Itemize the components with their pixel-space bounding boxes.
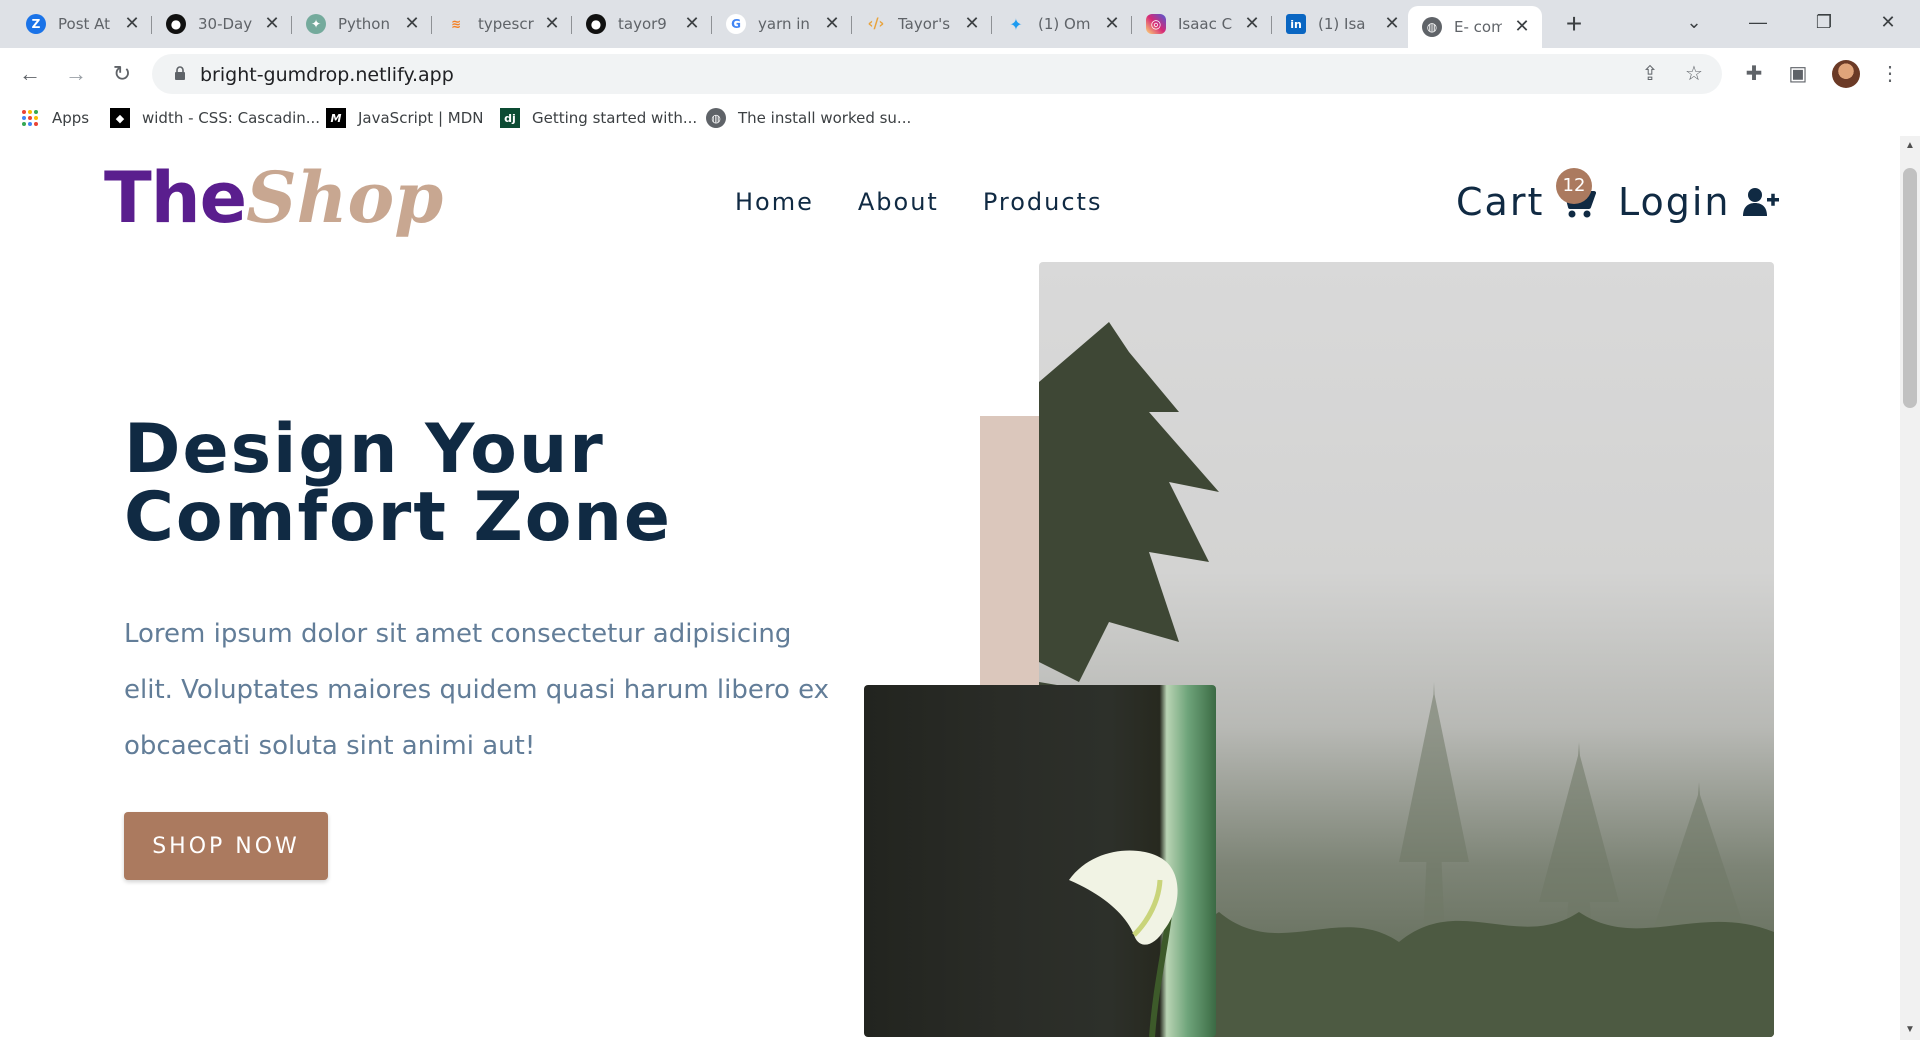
globe-icon: ◍ — [706, 108, 726, 128]
browser-toolbar: ← → ↻ bright-gumdrop.netlify.app ⇪ ☆ ✚ ▣… — [0, 48, 1920, 100]
nav-link-products[interactable]: Products — [983, 188, 1103, 216]
github-icon: ● — [586, 14, 606, 34]
apps-grid-icon — [20, 108, 40, 128]
close-icon[interactable]: ✕ — [122, 14, 142, 34]
bookmark-item[interactable]: dj Getting started with... — [500, 106, 697, 130]
browser-tab[interactable]: in (1) Isa ✕ — [1272, 8, 1412, 40]
back-icon[interactable]: ← — [16, 60, 44, 88]
close-icon[interactable]: ✕ — [402, 14, 422, 34]
bookmark-item[interactable]: M JavaScript | MDN — [326, 106, 484, 130]
browser-tab[interactable]: ‹/› Tayor's ✕ — [852, 8, 992, 40]
cart-count-badge: 12 — [1556, 168, 1592, 204]
site-logo[interactable]: TheShop — [104, 156, 443, 239]
browser-tab[interactable]: Z Post At ✕ — [12, 8, 152, 40]
hero-title: Design Your Comfort Zone — [124, 410, 673, 557]
page-scrollbar[interactable]: ▲ ▼ — [1900, 136, 1920, 1040]
nav-link-home[interactable]: Home — [735, 188, 814, 216]
login-button[interactable]: Login — [1618, 180, 1779, 224]
bookmark-star-icon[interactable]: ☆ — [1682, 62, 1706, 86]
side-panel-icon[interactable]: ▣ — [1784, 60, 1812, 88]
new-tab-button[interactable]: + — [1560, 10, 1588, 38]
scrollbar-thumb[interactable] — [1903, 168, 1917, 408]
close-icon[interactable]: ✕ — [962, 14, 982, 34]
google-icon: G — [726, 14, 746, 34]
bookmark-item[interactable]: ◍ The install worked su... — [706, 106, 911, 130]
url-text: bright-gumdrop.netlify.app — [200, 64, 454, 86]
extensions-icon[interactable]: ✚ — [1740, 60, 1768, 88]
hero-image-calla-lily — [864, 685, 1216, 1037]
nav-link-about[interactable]: About — [858, 188, 939, 216]
page-viewport: TheShop Home About Products Cart 12 Logi… — [0, 136, 1900, 1040]
shop-now-button[interactable]: SHOP NOW — [124, 812, 328, 880]
browser-tab-active[interactable]: ◍ E- com ✕ — [1408, 6, 1542, 48]
browser-tab[interactable]: ◎ Isaac C ✕ — [1132, 8, 1272, 40]
linkedin-icon: in — [1286, 14, 1306, 34]
profile-avatar[interactable] — [1832, 60, 1860, 88]
close-icon[interactable]: ✕ — [1382, 14, 1402, 34]
restore-icon[interactable]: ❐ — [1804, 8, 1844, 36]
close-icon[interactable]: ✕ — [1512, 17, 1532, 37]
bookmark-apps[interactable]: Apps — [20, 106, 89, 130]
bookmark-item[interactable]: ◆ width - CSS: Cascadin... — [110, 106, 320, 130]
zoho-icon: Z — [26, 14, 46, 34]
user-plus-icon — [1742, 188, 1779, 216]
browser-tab[interactable]: ● tayor9 ✕ — [572, 8, 712, 40]
browser-tab[interactable]: G yarn in ✕ — [712, 8, 852, 40]
address-bar[interactable]: bright-gumdrop.netlify.app ⇪ ☆ — [152, 54, 1722, 94]
hero-description: Lorem ipsum dolor sit amet consectetur a… — [124, 619, 830, 761]
tab-search-icon[interactable]: ⌄ — [1674, 8, 1714, 36]
close-icon[interactable]: ✕ — [1102, 14, 1122, 34]
close-icon[interactable]: ✕ — [682, 14, 702, 34]
minimize-icon[interactable]: — — [1738, 8, 1778, 36]
twitter-icon: ✦ — [1009, 14, 1023, 34]
lock-icon — [175, 66, 185, 80]
mdn-icon: ◆ — [110, 108, 130, 128]
code-icon: ‹/› — [867, 16, 885, 32]
close-icon[interactable]: ✕ — [1242, 14, 1262, 34]
close-icon[interactable]: ✕ — [262, 14, 282, 34]
close-icon[interactable]: ✕ — [822, 14, 842, 34]
reload-icon[interactable]: ↻ — [108, 60, 136, 88]
close-icon[interactable]: ✕ — [542, 14, 562, 34]
django-icon: dj — [500, 108, 520, 128]
menu-icon[interactable]: ⋮ — [1876, 60, 1904, 88]
bookmarks-bar: Apps ◆ width - CSS: Cascadin... M JavaSc… — [0, 100, 1920, 136]
mdn-icon: M — [326, 108, 346, 128]
browser-tab[interactable]: ≋ typescr ✕ — [432, 8, 572, 40]
forward-icon[interactable]: → — [62, 60, 90, 88]
browser-tab[interactable]: ✦ Python ✕ — [292, 8, 432, 40]
share-icon[interactable]: ⇪ — [1638, 62, 1662, 86]
browser-tab-strip: Z Post At ✕ ● 30-Day ✕ ✦ Python ✕ ≋ type… — [0, 0, 1920, 48]
scroll-down-arrow-icon[interactable]: ▼ — [1904, 1024, 1916, 1036]
browser-tab[interactable]: ● 30-Day ✕ — [152, 8, 292, 40]
github-icon: ● — [166, 14, 186, 34]
scroll-up-arrow-icon[interactable]: ▲ — [1904, 140, 1916, 152]
main-nav: Home About Products — [735, 188, 1102, 216]
stackoverflow-icon: ≋ — [450, 17, 462, 31]
instagram-icon: ◎ — [1146, 14, 1166, 34]
browser-tab[interactable]: ✦ (1) Om ✕ — [992, 8, 1132, 40]
close-window-icon[interactable]: ✕ — [1868, 8, 1908, 36]
chatgpt-icon: ✦ — [306, 14, 326, 34]
globe-icon: ◍ — [1422, 17, 1442, 37]
